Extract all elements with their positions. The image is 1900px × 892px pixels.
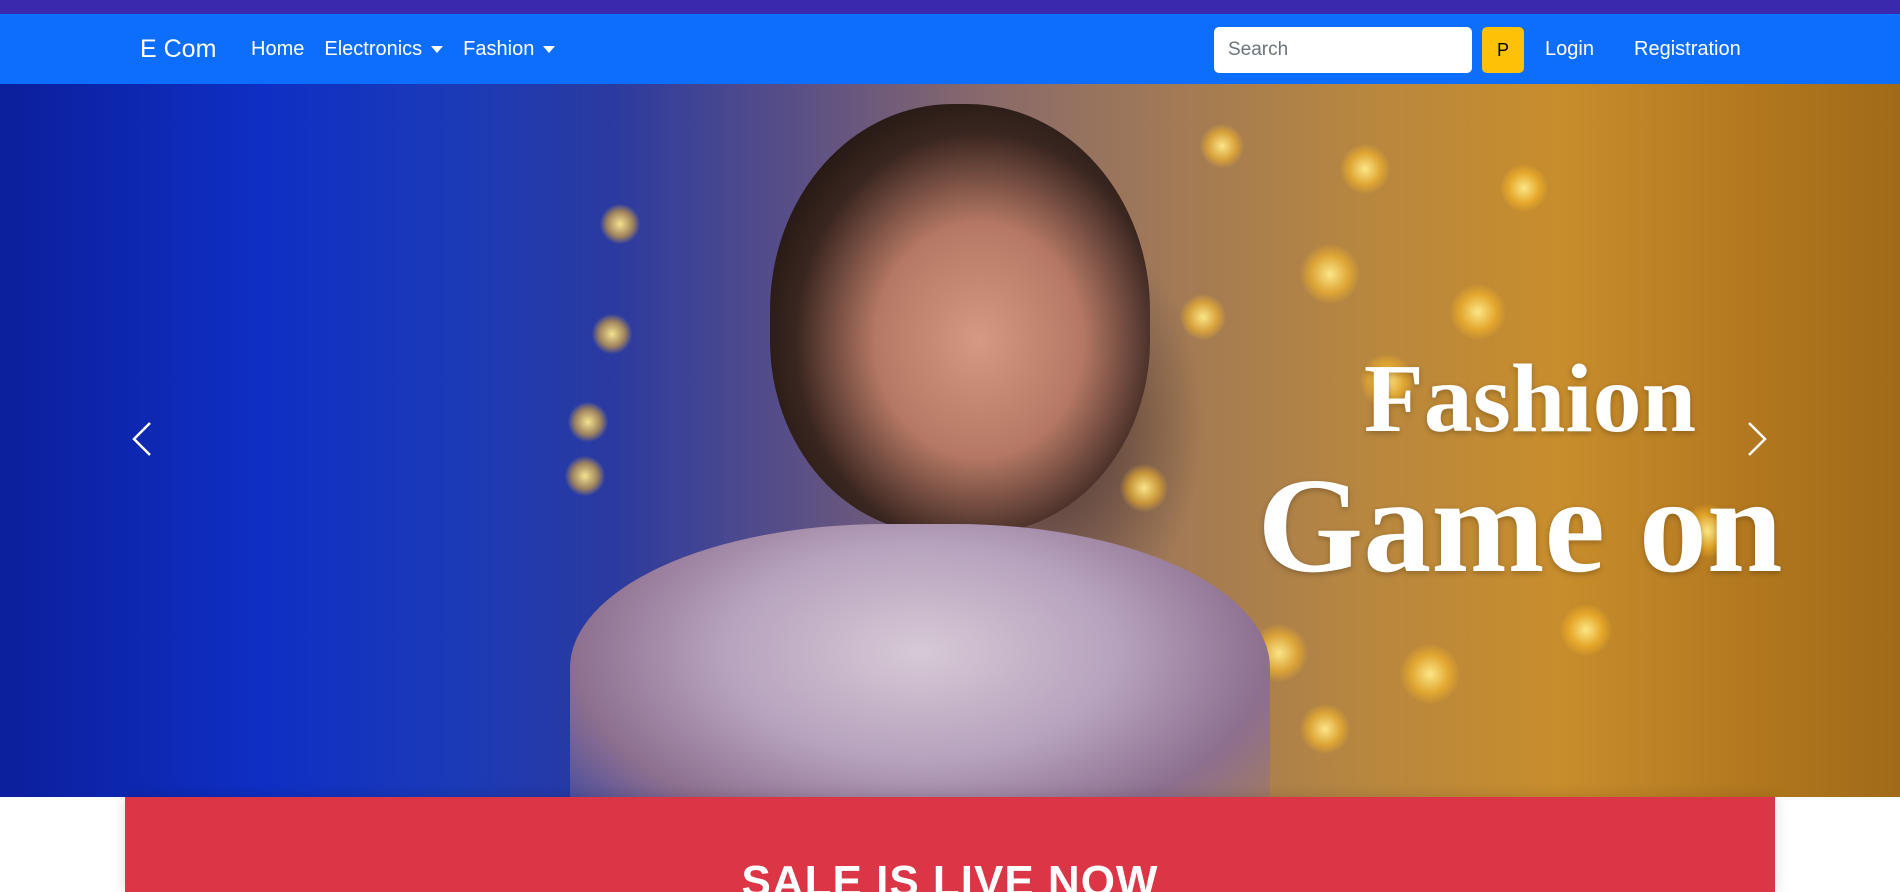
nav-link-home[interactable]: Home	[241, 14, 314, 84]
brand-logo[interactable]: E Com	[140, 14, 216, 84]
bokeh-light	[1300, 244, 1360, 304]
carousel-prev-button[interactable]	[122, 414, 162, 464]
search-input[interactable]	[1214, 27, 1472, 73]
nav-links: Home Electronics Fashion	[241, 14, 565, 84]
caret-down-icon	[431, 45, 444, 53]
model-head	[770, 104, 1150, 534]
search-button[interactable]: P	[1482, 27, 1524, 73]
top-accent-strip	[0, 0, 1900, 14]
sale-banner-text: SALE IS LIVE NOW	[741, 857, 1159, 892]
sale-banner: SALE IS LIVE NOW	[125, 797, 1775, 892]
hero-title: Fashion	[1363, 345, 1697, 453]
bokeh-light	[1180, 294, 1226, 340]
nav-link-label: Fashion	[463, 37, 535, 60]
bokeh-light	[1400, 644, 1460, 704]
navbar: E Com Home Electronics Fashion P Login R…	[0, 14, 1900, 84]
hero-subtitle: Game on	[1257, 451, 1783, 601]
bokeh-light	[1560, 604, 1612, 656]
bokeh-light	[1450, 284, 1506, 340]
hero-carousel: Fashion Game on	[0, 84, 1900, 797]
bokeh-light	[565, 456, 605, 496]
chevron-left-icon	[132, 422, 151, 456]
caret-down-icon	[543, 45, 556, 53]
login-link[interactable]: Login	[1545, 14, 1594, 84]
nav-dropdown-fashion[interactable]: Fashion	[453, 14, 565, 84]
registration-link[interactable]: Registration	[1634, 14, 1741, 84]
bokeh-light	[1200, 124, 1244, 168]
bokeh-light	[592, 314, 632, 354]
bokeh-light	[1300, 704, 1350, 754]
bokeh-light	[1500, 164, 1548, 212]
bokeh-light	[1340, 144, 1390, 194]
nav-dropdown-electronics[interactable]: Electronics	[314, 14, 453, 84]
model-body	[570, 524, 1270, 797]
bokeh-light	[1120, 464, 1168, 512]
nav-link-label: Electronics	[324, 37, 423, 60]
nav-link-label: Home	[251, 37, 305, 60]
bokeh-light	[600, 204, 640, 244]
bokeh-light	[568, 402, 608, 442]
